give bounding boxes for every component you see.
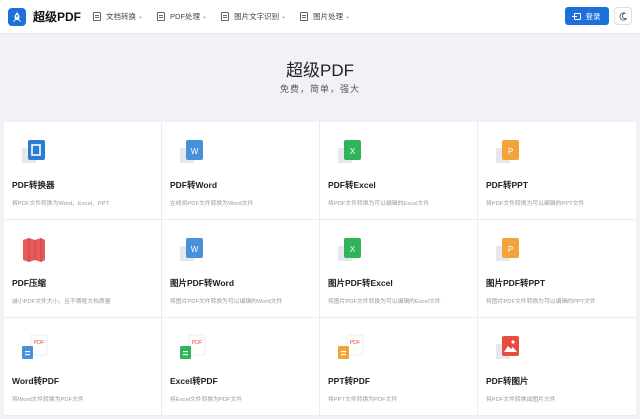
image-process-icon	[300, 12, 309, 21]
tool-title: PDF转PPT	[486, 180, 529, 190]
tool-card[interactable]: X 图片PDF转Excel 将图片PDF文件转换为可以编辑的Excel文件	[320, 220, 478, 318]
nav-label: 文档转换	[106, 12, 137, 21]
pdf-process-icon	[157, 12, 166, 21]
svg-text:PDF: PDF	[34, 340, 46, 346]
tool-description: 将PPT文件转换为PDF文件	[328, 397, 398, 403]
word-icon: W	[177, 236, 207, 264]
svg-text:P: P	[508, 245, 513, 254]
tool-title: 图片PDF转Excel	[328, 278, 393, 288]
svg-text:X: X	[350, 147, 356, 156]
excel-icon: X	[335, 138, 365, 166]
tool-description: 将图片PDF文件转换为可以编辑的Excel文件	[328, 299, 441, 305]
ocr-icon	[221, 12, 230, 21]
tool-card[interactable]: PDF PPT转PDF 将PPT文件转换为PDF文件	[320, 318, 478, 416]
tool-title: Word转PDF	[12, 376, 60, 386]
chevron-down-icon: ⌄	[345, 14, 351, 20]
image-icon	[493, 334, 523, 362]
chevron-down-icon: ⌄	[281, 14, 287, 20]
nav-document-convert[interactable]: 文档转换 ⌄	[93, 11, 143, 22]
hero-section: 超级PDF 免费，简单，强大	[0, 34, 640, 118]
svg-text:PDF: PDF	[192, 340, 204, 346]
brand-name[interactable]: 超级PDF	[33, 8, 81, 25]
rocket-logo-icon[interactable]	[8, 7, 26, 26]
tool-card[interactable]: P 图片PDF转PPT 将图片PDF文件转换为可以编辑的PPT文件	[478, 220, 636, 318]
tool-description: 将PDF文件转换为可以编辑的Excel文件	[328, 201, 430, 207]
nav-label: 图片处理	[313, 12, 344, 21]
nav-pdf-process[interactable]: PDF处理 ⌄	[157, 11, 207, 22]
word-to-pdf-icon: PDF	[19, 334, 49, 362]
tool-card[interactable]: X PDF转Excel 将PDF文件转换为可以编辑的Excel文件	[320, 122, 478, 220]
tool-card[interactable]: W 图片PDF转Word 将图片PDF文件转换为可以编辑的Word文件	[162, 220, 320, 318]
svg-text:W: W	[191, 245, 199, 254]
tool-card[interactable]: PDF Excel转PDF 将Excel文件转换为PDF文件	[162, 318, 320, 416]
tool-description: 将Excel文件转换为PDF文件	[170, 397, 243, 403]
chevron-down-icon: ⌄	[138, 14, 144, 20]
tool-description: 将图片PDF文件转换为可以编辑的PPT文件	[486, 299, 596, 305]
tool-description: 将图片PDF文件转换为可以编辑的Word文件	[170, 299, 283, 305]
nav-ocr[interactable]: 图片文字识别 ⌄	[221, 11, 286, 22]
tool-title: 图片PDF转Word	[170, 278, 235, 288]
word-icon: W	[177, 138, 207, 166]
excel-icon: X	[335, 236, 365, 264]
document-convert-icon	[93, 12, 102, 21]
svg-text:PDF: PDF	[350, 340, 362, 346]
tool-card[interactable]: W PDF转Word 在线将PDF文件转换为Word文件	[162, 122, 320, 220]
tool-description: 在线将PDF文件转换为Word文件	[170, 201, 254, 207]
login-icon	[571, 12, 581, 20]
tool-title: PDF转Excel	[328, 180, 376, 190]
ppt-icon: P	[493, 236, 523, 264]
tool-description: 将PDF文件转换成图片文件	[486, 397, 556, 403]
tool-title: PPT转PDF	[328, 376, 371, 386]
moon-icon	[618, 11, 627, 20]
tool-title: PDF转Word	[170, 180, 218, 190]
ppt-icon: P	[493, 138, 523, 166]
tool-grid: PDF转换器将PDF文件转换为Word、Excel、PPT W PDF转Word 在线…	[4, 122, 636, 416]
tool-card[interactable]: PDF转换器将PDF文件转换为Word、Excel、PPT	[4, 122, 162, 220]
svg-text:P: P	[508, 147, 513, 156]
tool-title: PDF转图片	[486, 376, 529, 386]
tool-card[interactable]: PDF压缩减小PDF文件大小，且不牺牲文档质量	[4, 220, 162, 318]
tool-description: 将PDF文件转换为Word、Excel、PPT	[12, 201, 110, 207]
tool-title: PDF压缩	[12, 278, 47, 288]
tool-description: 将PDF文件转换为可以编辑的PPT文件	[486, 201, 585, 207]
nav-label: PDF处理	[170, 12, 201, 21]
tool-description: 减小PDF文件大小，且不牺牲文档质量	[12, 299, 111, 305]
nav-image-process[interactable]: 图片处理 ⌄	[300, 11, 350, 22]
hero-title: 超级PDF	[286, 61, 354, 80]
login-label: 登录	[585, 11, 601, 21]
excel-to-pdf-icon: PDF	[177, 334, 207, 362]
login-button[interactable]: 登录	[565, 7, 609, 25]
svg-text:X: X	[350, 245, 356, 254]
tool-description: 将Word文件转换为PDF文件	[12, 397, 84, 403]
office-icon	[19, 138, 49, 166]
svg-text:W: W	[191, 147, 199, 156]
theme-toggle-button[interactable]	[614, 7, 632, 25]
ppt-to-pdf-icon: PDF	[335, 334, 365, 362]
tool-card[interactable]: PDF转图片将PDF文件转换成图片文件	[478, 318, 636, 416]
hero-subtitle: 免费，简单，强大	[279, 84, 360, 94]
nav-label: 图片文字识别	[234, 12, 280, 21]
chevron-down-icon: ⌄	[202, 14, 208, 20]
tool-title: Excel转PDF	[170, 376, 218, 386]
top-navbar: 超级PDF 文档转换 ⌄ PDF处理 ⌄ 图片文字识别 ⌄ 图片处理 ⌄ 登录	[0, 0, 640, 34]
tool-title: PDF转换器	[12, 180, 55, 190]
tool-card[interactable]: P PDF转PPT 将PDF文件转换为可以编辑的PPT文件	[478, 122, 636, 220]
compress-icon	[19, 236, 49, 264]
tool-card[interactable]: PDF Word转PDF 将Word文件转换为PDF文件	[4, 318, 162, 416]
tool-title: 图片PDF转PPT	[486, 278, 546, 288]
